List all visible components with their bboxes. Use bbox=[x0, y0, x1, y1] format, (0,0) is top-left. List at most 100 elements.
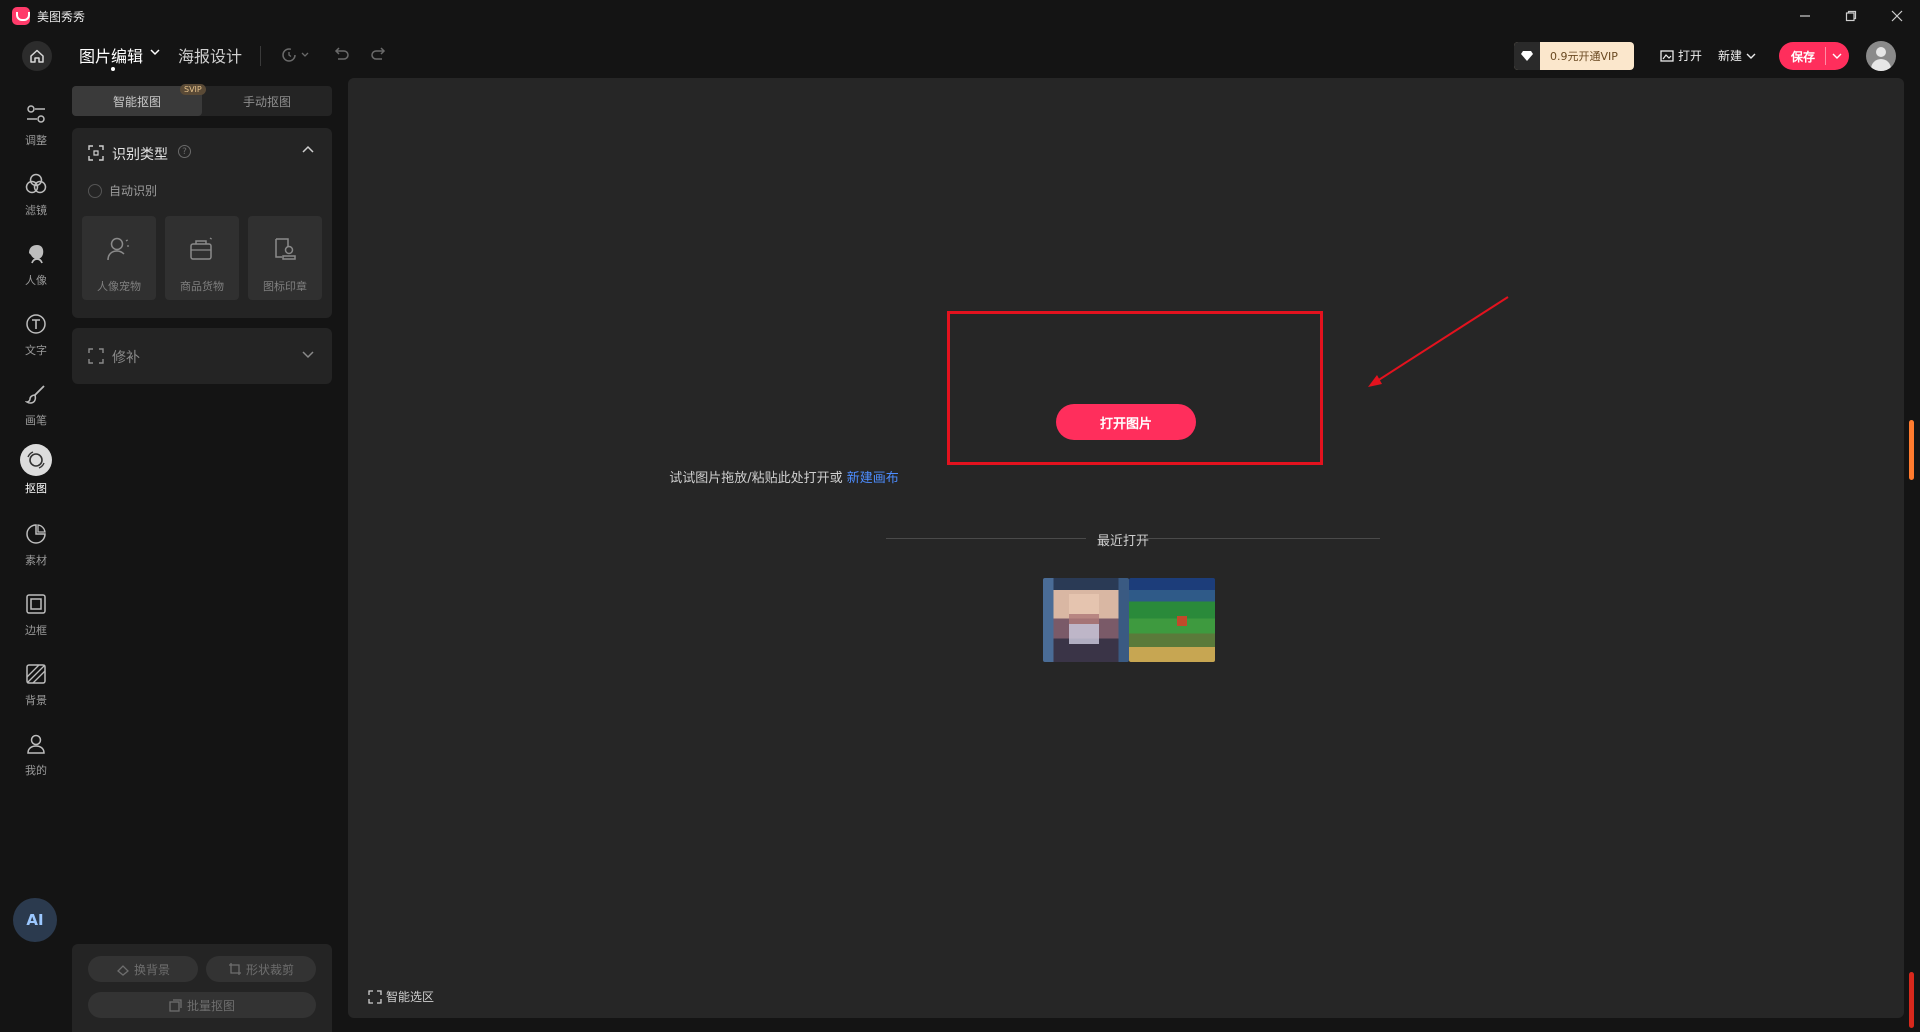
scrollbar[interactable] bbox=[1907, 78, 1915, 1032]
rail-label: 调整 bbox=[25, 134, 47, 147]
type-tile-portrait-pet[interactable]: 人像宠物 bbox=[82, 216, 156, 300]
section-title: 识别类型 bbox=[112, 147, 168, 163]
rail-item-portrait[interactable]: 人像 bbox=[0, 240, 72, 296]
stamp-icon bbox=[270, 234, 300, 264]
rail-label: 画笔 bbox=[25, 414, 47, 427]
open-label: 打开 bbox=[1678, 49, 1703, 63]
button-label: 智能选区 bbox=[386, 990, 435, 1004]
rail-label: 素材 bbox=[25, 554, 47, 567]
text-icon bbox=[22, 310, 50, 338]
tile-label: 图标印章 bbox=[263, 280, 307, 293]
minimize-icon bbox=[1800, 15, 1810, 17]
auto-detect-label: 自动识别 bbox=[109, 184, 158, 198]
smart-select-button[interactable]: 智能选区 bbox=[368, 988, 434, 1005]
save-label: 保存 bbox=[1791, 49, 1816, 64]
history-button[interactable] bbox=[280, 46, 314, 68]
swap-background-icon bbox=[117, 965, 129, 976]
repair-section[interactable]: 修补 bbox=[72, 328, 332, 384]
rail-item-sticker[interactable]: 素材 bbox=[0, 520, 72, 576]
rail-item-filter[interactable]: 滤镜 bbox=[0, 170, 72, 226]
save-button[interactable]: 保存 bbox=[1779, 42, 1849, 70]
home-icon bbox=[30, 49, 44, 63]
rail-label: 滤镜 bbox=[25, 204, 47, 217]
button-label: 形状裁剪 bbox=[245, 962, 294, 977]
redo-icon bbox=[371, 47, 386, 60]
tile-label: 人像宠物 bbox=[97, 280, 141, 293]
open-button[interactable]: 打开 bbox=[1660, 47, 1702, 64]
ai-assistant-button[interactable]: AI bbox=[13, 898, 57, 942]
rail-label: 我的 bbox=[25, 764, 47, 777]
recognition-type-card: 识别类型 ? 自动识别 人像宠物 商品货物 图标印章 bbox=[72, 128, 332, 318]
annotation-arrow bbox=[1368, 296, 1509, 387]
section-title: 修补 bbox=[112, 350, 140, 366]
toolbar-divider bbox=[260, 46, 261, 66]
ai-label: AI bbox=[26, 911, 44, 929]
auto-detect-radio[interactable] bbox=[88, 184, 102, 198]
redo-button[interactable] bbox=[370, 46, 388, 68]
left-nav-rail: 调整 滤镜 人像 文字 画笔 抠图 素材 边框 背景 我的 bbox=[0, 78, 72, 1032]
tab-label: 手动抠图 bbox=[242, 94, 291, 109]
restore-icon bbox=[1845, 10, 1857, 22]
tab-poster-design[interactable]: 海报设计 bbox=[178, 43, 242, 67]
cutout-mode-switch: 智能抠图 SVIP 手动抠图 bbox=[72, 84, 332, 116]
crop-icon bbox=[228, 963, 241, 975]
new-label: 新建 bbox=[1718, 49, 1743, 63]
open-image-icon bbox=[1660, 49, 1674, 62]
smart-select-icon bbox=[368, 989, 382, 1004]
person-icon bbox=[104, 234, 134, 264]
type-tile-product[interactable]: 商品货物 bbox=[165, 216, 239, 300]
rail-item-mine[interactable]: 我的 bbox=[0, 730, 72, 786]
shape-crop-button[interactable]: 形状裁剪 bbox=[206, 956, 316, 982]
batch-icon bbox=[169, 999, 182, 1012]
undo-button[interactable] bbox=[332, 46, 350, 68]
restore-button[interactable] bbox=[1836, 4, 1866, 28]
tab-photo-edit[interactable]: 图片编辑 bbox=[79, 43, 143, 67]
rail-item-background[interactable]: 背景 bbox=[0, 660, 72, 716]
history-icon bbox=[282, 48, 309, 62]
app-logo-icon bbox=[12, 7, 30, 25]
help-icon[interactable]: ? bbox=[178, 145, 191, 158]
frame-icon bbox=[22, 590, 50, 618]
sliders-icon bbox=[22, 100, 50, 128]
repair-frame-icon bbox=[88, 348, 104, 364]
user-avatar[interactable] bbox=[1866, 41, 1896, 71]
scrollbar-thumb[interactable] bbox=[1909, 972, 1914, 1028]
tab-manual-cutout[interactable]: 手动抠图 bbox=[202, 86, 332, 116]
scan-icon bbox=[88, 145, 104, 161]
background-icon bbox=[22, 660, 50, 688]
minimize-button[interactable] bbox=[1790, 4, 1820, 28]
top-toolbar: 图片编辑 海报设计 0.9元开通VIP 打开 新建 保存 bbox=[0, 32, 1920, 78]
rail-item-adjust[interactable]: 调整 bbox=[0, 100, 72, 156]
home-button[interactable] bbox=[22, 41, 52, 71]
title-bar: 美图秀秀 bbox=[0, 0, 1920, 32]
new-button[interactable]: 新建 bbox=[1718, 47, 1756, 64]
filter-icon bbox=[22, 170, 50, 198]
vip-upgrade-button[interactable]: 0.9元开通VIP bbox=[1514, 42, 1634, 70]
rail-item-text[interactable]: 文字 bbox=[0, 310, 72, 366]
app-title: 美图秀秀 bbox=[37, 10, 86, 24]
vip-label: 0.9元开通VIP bbox=[1550, 50, 1618, 63]
rail-label: 文字 bbox=[25, 344, 47, 357]
scrollbar-thumb[interactable] bbox=[1909, 420, 1914, 480]
chevron-up-icon[interactable] bbox=[302, 145, 314, 155]
chevron-down-icon[interactable] bbox=[302, 349, 314, 359]
package-icon bbox=[187, 234, 217, 264]
save-options-button[interactable] bbox=[1826, 52, 1848, 60]
type-tile-icon-stamp[interactable]: 图标印章 bbox=[248, 216, 322, 300]
rail-item-brush[interactable]: 画笔 bbox=[0, 380, 72, 436]
chevron-down-icon bbox=[1832, 53, 1842, 59]
rail-label: 背景 bbox=[25, 694, 47, 707]
rail-item-frame[interactable]: 边框 bbox=[0, 590, 72, 646]
swap-background-button[interactable]: 换背景 bbox=[88, 956, 198, 982]
batch-cutout-button[interactable]: 批量抠图 bbox=[88, 992, 316, 1018]
rail-label: 人像 bbox=[25, 274, 47, 287]
canvas-area[interactable]: 打开图片 试试图片拖放/粘贴此处打开或 新建画布 最近打开 智能选区 bbox=[348, 78, 1904, 1018]
close-icon bbox=[1891, 10, 1903, 22]
chevron-down-icon[interactable] bbox=[150, 48, 160, 56]
button-label: 换背景 bbox=[133, 962, 170, 977]
tile-label: 商品货物 bbox=[180, 280, 224, 293]
close-button[interactable] bbox=[1882, 4, 1912, 28]
undo-icon bbox=[334, 47, 349, 60]
button-label: 批量抠图 bbox=[186, 998, 235, 1013]
sticker-icon bbox=[22, 520, 50, 548]
